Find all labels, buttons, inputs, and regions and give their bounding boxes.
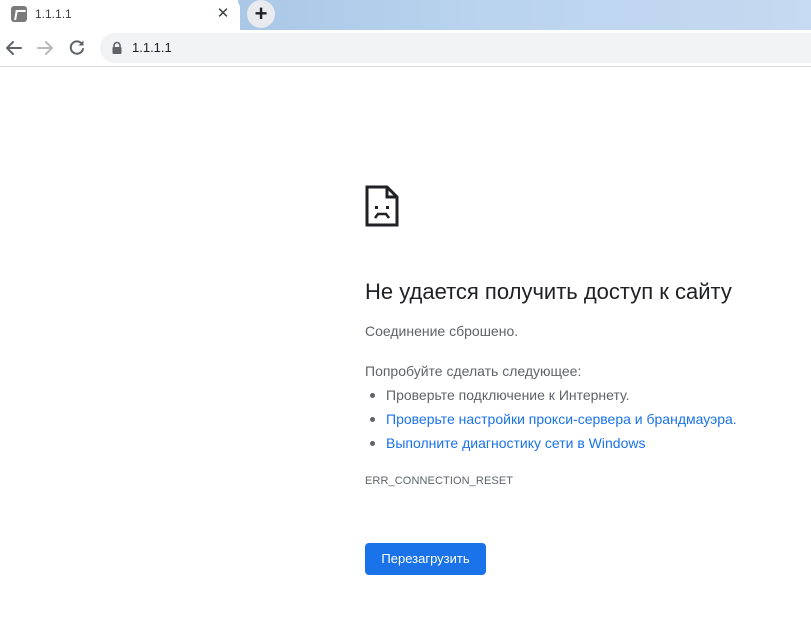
reload-page-button[interactable]: Перезагрузить xyxy=(365,543,486,575)
suggestion-network-diagnostics-link[interactable]: Выполните диагностику сети в Windows xyxy=(370,434,737,458)
plus-icon: + xyxy=(254,1,268,26)
address-bar[interactable]: 1.1.1.1 xyxy=(100,33,811,63)
tab-active[interactable]: 1.1.1.1 ✕ xyxy=(0,0,240,30)
error-subtitle: Соединение сброшено. xyxy=(365,323,519,339)
back-arrow-icon xyxy=(6,41,22,55)
error-heading: Не удается получить доступ к сайту xyxy=(365,279,732,304)
forward-arrow-icon xyxy=(37,41,53,55)
tab-strip: 1.1.1.1 ✕ + xyxy=(0,0,811,30)
reload-icon xyxy=(69,40,84,55)
tab-strip-background xyxy=(238,0,811,30)
suggestions-list: Проверьте подключение к Интернету. Прове… xyxy=(370,386,737,458)
lock-icon xyxy=(112,41,122,54)
suggestion-check-connection: Проверьте подключение к Интернету. xyxy=(370,386,737,410)
back-button[interactable] xyxy=(1,35,27,61)
favicon-icon xyxy=(11,6,27,22)
close-icon[interactable]: ✕ xyxy=(213,4,233,24)
new-tab-button[interactable]: + xyxy=(247,0,275,28)
error-code: ERR_CONNECTION_RESET xyxy=(365,475,514,487)
sad-page-icon xyxy=(365,185,399,227)
forward-button[interactable] xyxy=(32,35,58,61)
url-text[interactable]: 1.1.1.1 xyxy=(132,40,172,55)
toolbar: 1.1.1.1 xyxy=(0,30,811,67)
tab-title: 1.1.1.1 xyxy=(35,7,72,21)
reload-button[interactable] xyxy=(64,35,90,61)
suggestion-proxy-firewall-link[interactable]: Проверьте настройки прокси-сервера и бра… xyxy=(370,410,737,434)
suggestions-heading: Попробуйте сделать следующее: xyxy=(365,363,582,379)
